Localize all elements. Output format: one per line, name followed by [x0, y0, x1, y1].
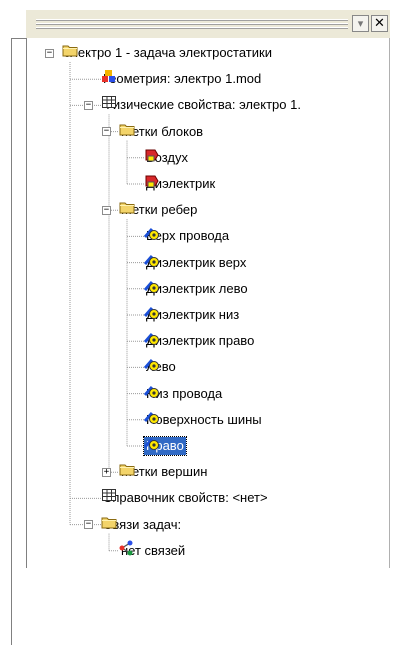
- tree-node[interactable]: Диэлектрик низ: [144, 304, 241, 326]
- splitter-line: [11, 38, 12, 645]
- edge-label-icon: [144, 228, 159, 241]
- splitter-line: [11, 38, 26, 39]
- edge-label-icon: [144, 280, 159, 293]
- tree-node[interactable]: Воздух: [144, 147, 190, 169]
- titlebar-grip-line: [36, 23, 348, 25]
- block-label-icon: [145, 175, 159, 188]
- tree-node[interactable]: Связи задач:: [101, 514, 183, 536]
- tree-node[interactable]: электро 1 - задача электростатики: [62, 42, 274, 64]
- tree-node[interactable]: Право: [143, 435, 187, 457]
- titlebar-grip-line: [36, 27, 348, 29]
- tree-node-label: Справочник свойств: <нет>: [103, 490, 268, 506]
- edge-label-icon: [144, 438, 159, 450]
- tree-node[interactable]: Метки блоков: [119, 121, 205, 143]
- tree-node[interactable]: Метки ребер: [119, 199, 199, 221]
- tree-node[interactable]: Геометрия: электро 1.mod: [101, 68, 263, 90]
- edge-label-icon: [144, 411, 159, 424]
- titlebar-grip-line: [36, 19, 348, 21]
- panel-border: [389, 38, 390, 568]
- table-grid-icon: [102, 489, 116, 502]
- folder-icon: [119, 202, 135, 214]
- tree-node[interactable]: Поверхность шины: [144, 409, 264, 431]
- folder-icon: [119, 464, 135, 476]
- edge-label-icon: [144, 333, 159, 346]
- tree-node-label: Физические свойства: электро 1.: [103, 97, 301, 113]
- folder-icon: [101, 517, 117, 529]
- tree-node-label: Геометрия: электро 1.mod: [103, 71, 262, 87]
- edge-label-icon: [144, 385, 159, 398]
- problem-tree: электро 1 - задача электростатики − Геомет…: [27, 38, 391, 568]
- expand-toggle[interactable]: +: [102, 467, 111, 477]
- minimize-button[interactable]: ▾: [352, 15, 369, 32]
- edge-label-icon: [144, 307, 159, 319]
- tree-node[interactable]: Метки вершин: [119, 461, 209, 483]
- tree-node[interactable]: нет связей: [119, 540, 187, 562]
- tree-node-label: электро 1 - задача электростатики: [64, 45, 272, 60]
- edge-label-icon: [144, 254, 159, 267]
- block-label-icon: [145, 149, 159, 162]
- panel-titlebar: ▾ ✕: [26, 10, 390, 38]
- table-grid-icon: [102, 96, 116, 109]
- tree-node[interactable]: Физические свойства: электро 1.: [101, 94, 303, 116]
- close-button[interactable]: ✕: [371, 15, 388, 32]
- tree-node[interactable]: Диэлектрик право: [144, 330, 256, 352]
- tree-node[interactable]: Диэлектрик: [144, 173, 217, 195]
- folder-icon: [62, 45, 78, 57]
- tree-node[interactable]: Справочник свойств: <нет>: [101, 487, 270, 509]
- collapse-toggle[interactable]: −: [84, 100, 93, 110]
- geometry-model-icon: [102, 70, 115, 83]
- collapse-toggle[interactable]: −: [45, 48, 54, 58]
- tree-node[interactable]: Диэлектрик лево: [144, 278, 250, 300]
- tree-node-label: Поверхность шины: [146, 411, 262, 427]
- tree-node[interactable]: Верх провода: [144, 225, 231, 247]
- collapse-toggle[interactable]: −: [84, 520, 93, 530]
- tree-node-label: Диэлектрик право: [146, 333, 255, 349]
- tree-node[interactable]: Диэлектрик верх: [144, 252, 248, 274]
- problem-tree-panel: электро 1 - задача электростатики − Геомет…: [26, 38, 391, 568]
- edge-label-icon: [144, 359, 159, 372]
- collapse-toggle[interactable]: −: [102, 127, 111, 137]
- folder-icon: [119, 124, 135, 136]
- links-icon: [119, 540, 133, 556]
- collapse-toggle[interactable]: −: [102, 205, 111, 215]
- tree-node[interactable]: Низ провода: [144, 383, 224, 405]
- tree-node[interactable]: Лево: [144, 356, 178, 378]
